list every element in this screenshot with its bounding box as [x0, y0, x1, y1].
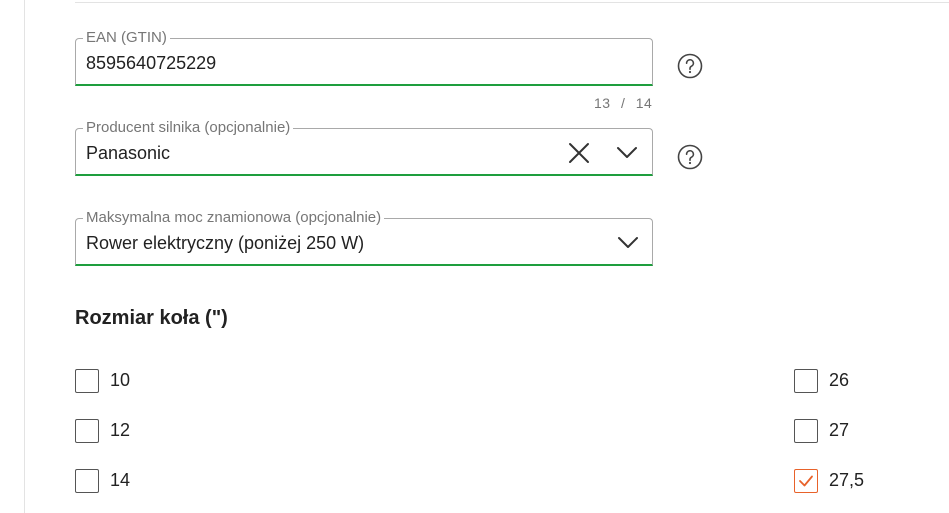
- checkbox-label: 10: [110, 370, 131, 390]
- checkbox-box[interactable]: [75, 469, 99, 493]
- max-power-select[interactable]: Maksymalna moc znamionowa (opcjonalnie) …: [75, 208, 653, 266]
- checkbox-label: 12: [110, 420, 131, 440]
- ean-field-label: EAN (GTIN): [83, 28, 170, 48]
- max-power-value: Rower elektryczny (poniżej 250 W): [86, 233, 365, 253]
- left-divider: [24, 0, 25, 513]
- max-power-label: Maksymalna moc znamionowa (opcjonalnie): [83, 208, 385, 228]
- top-divider: [75, 2, 949, 3]
- checkbox-box-checked[interactable]: [794, 469, 818, 493]
- checkmark-icon: [799, 475, 813, 487]
- checkbox-box[interactable]: [75, 369, 99, 393]
- help-icon[interactable]: [677, 53, 703, 79]
- checkbox-box[interactable]: [794, 419, 818, 443]
- checkbox-box[interactable]: [75, 419, 99, 443]
- checkbox-label: 27: [829, 420, 850, 440]
- help-icon[interactable]: [677, 144, 703, 170]
- chevron-down-icon[interactable]: [615, 141, 639, 165]
- wheel-size-title: Rozmiar koła ("): [75, 307, 228, 329]
- checkbox-label: 26: [829, 370, 850, 390]
- character-counter: 13 / 14: [594, 95, 652, 111]
- counter-current: 13: [594, 95, 611, 111]
- clear-icon[interactable]: [567, 141, 591, 165]
- counter-separator: /: [620, 95, 626, 111]
- ean-field-value[interactable]: 8595640725229: [86, 51, 216, 75]
- checkbox-label: 14: [110, 470, 131, 490]
- checkbox-box[interactable]: [794, 369, 818, 393]
- checkbox-label: 27,5: [829, 470, 865, 490]
- motor-producer-select[interactable]: Producent silnika (opcjonalnie) Panasoni…: [75, 118, 653, 176]
- ean-field[interactable]: EAN (GTIN) 8595640725229: [75, 28, 653, 86]
- chevron-down-icon[interactable]: [616, 231, 640, 255]
- motor-producer-label: Producent silnika (opcjonalnie): [83, 118, 294, 138]
- motor-producer-value: Panasonic: [86, 143, 171, 163]
- counter-max: 14: [635, 95, 653, 111]
